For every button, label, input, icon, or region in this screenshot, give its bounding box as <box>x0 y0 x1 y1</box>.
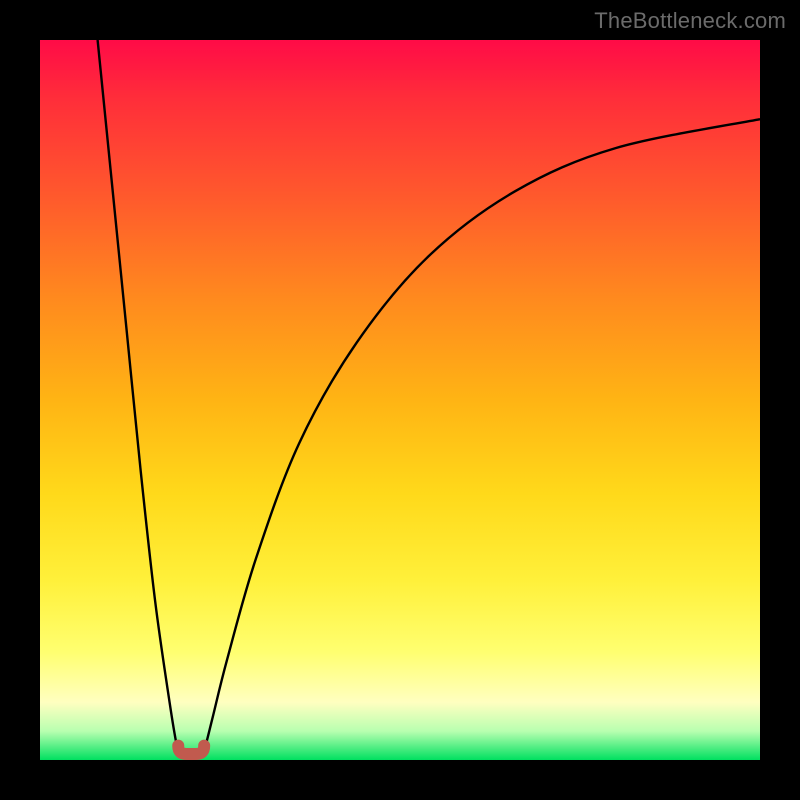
curve-right-branch <box>202 119 760 756</box>
chart-frame: TheBottleneck.com <box>0 0 800 800</box>
curve-left-branch <box>98 40 181 756</box>
trough-marker-path <box>178 746 204 754</box>
trough-marker <box>178 746 204 754</box>
curve-layer <box>40 40 760 760</box>
watermark-text: TheBottleneck.com <box>594 8 786 34</box>
bottleneck-curve <box>98 40 760 756</box>
plot-area <box>40 40 760 760</box>
